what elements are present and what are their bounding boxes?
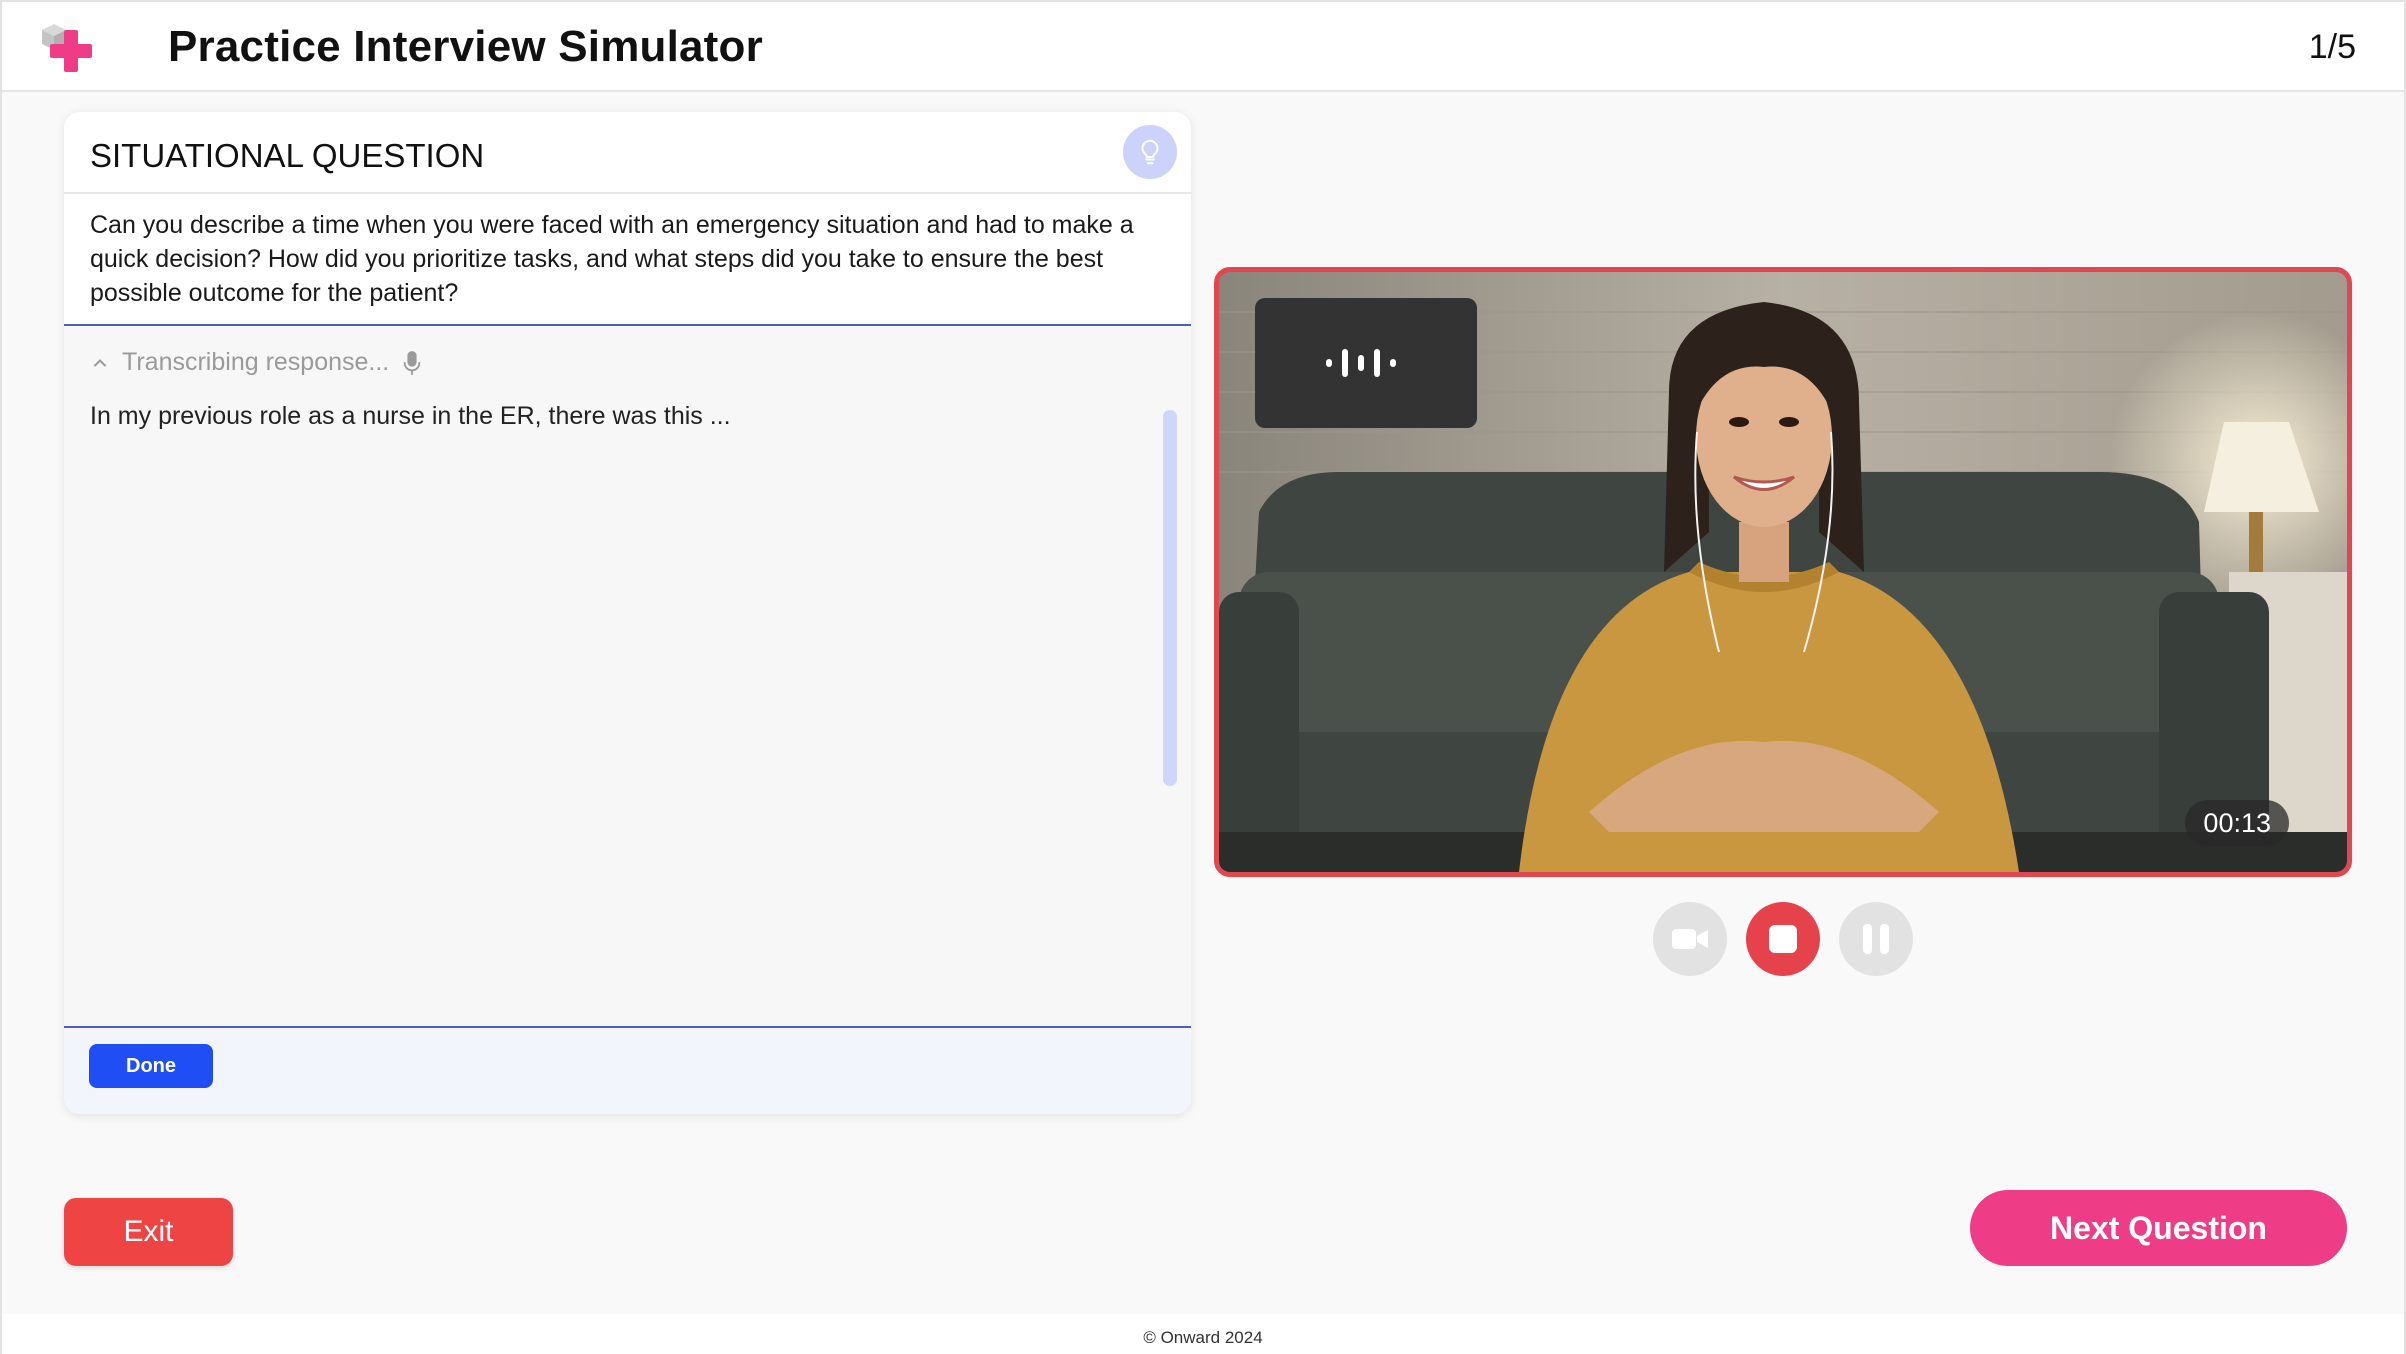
copyright-text: © Onward 2024 xyxy=(1143,1328,1263,1347)
chevron-up-icon xyxy=(94,358,106,366)
question-card-footer: Done xyxy=(64,1032,1191,1114)
pause-button[interactable] xyxy=(1839,902,1913,976)
question-text: Can you describe a time when you were fa… xyxy=(90,211,1134,307)
question-progress: 1/5 xyxy=(2308,28,2356,66)
stop-icon xyxy=(1769,925,1797,953)
recording-controls xyxy=(2,902,2404,976)
video-preview: 00:13 xyxy=(1214,267,2352,877)
top-bar: Practice Interview Simulator 1/5 xyxy=(2,2,2404,92)
camera-button[interactable] xyxy=(1653,902,1727,976)
done-button[interactable]: Done xyxy=(89,1044,213,1088)
transcribing-status[interactable]: Transcribing response... xyxy=(90,348,423,377)
footer: © Onward 2024 xyxy=(2,1314,2404,1354)
hint-button[interactable] xyxy=(1123,125,1177,179)
camera-icon xyxy=(1672,929,1708,949)
exit-button[interactable]: Exit xyxy=(64,1198,233,1266)
question-card-header: SITUATIONAL QUESTION xyxy=(64,112,1191,194)
logo-icon xyxy=(42,24,92,72)
pause-icon xyxy=(1863,924,1889,954)
audio-level-indicator xyxy=(1255,298,1477,428)
next-question-button[interactable]: Next Question xyxy=(1970,1190,2347,1266)
app-window: Practice Interview Simulator 1/5 SITUATI… xyxy=(0,0,2406,1354)
lightbulb-icon xyxy=(1141,139,1159,165)
page-title: Practice Interview Simulator xyxy=(168,22,763,71)
question-category: SITUATIONAL QUESTION xyxy=(90,137,485,174)
stop-recording-button[interactable] xyxy=(1746,902,1820,976)
answer-transcript-area[interactable]: Transcribing response... In my previous … xyxy=(64,324,1191,1114)
recording-timer: 00:13 xyxy=(2185,800,2289,846)
divider xyxy=(64,1026,1191,1028)
transcribing-label: Transcribing response... xyxy=(122,348,390,376)
audio-wave-icon xyxy=(1326,349,1396,377)
microphone-icon xyxy=(404,350,421,375)
scrollbar-thumb[interactable] xyxy=(1163,410,1177,786)
answer-text: In my previous role as a nurse in the ER… xyxy=(90,402,731,430)
